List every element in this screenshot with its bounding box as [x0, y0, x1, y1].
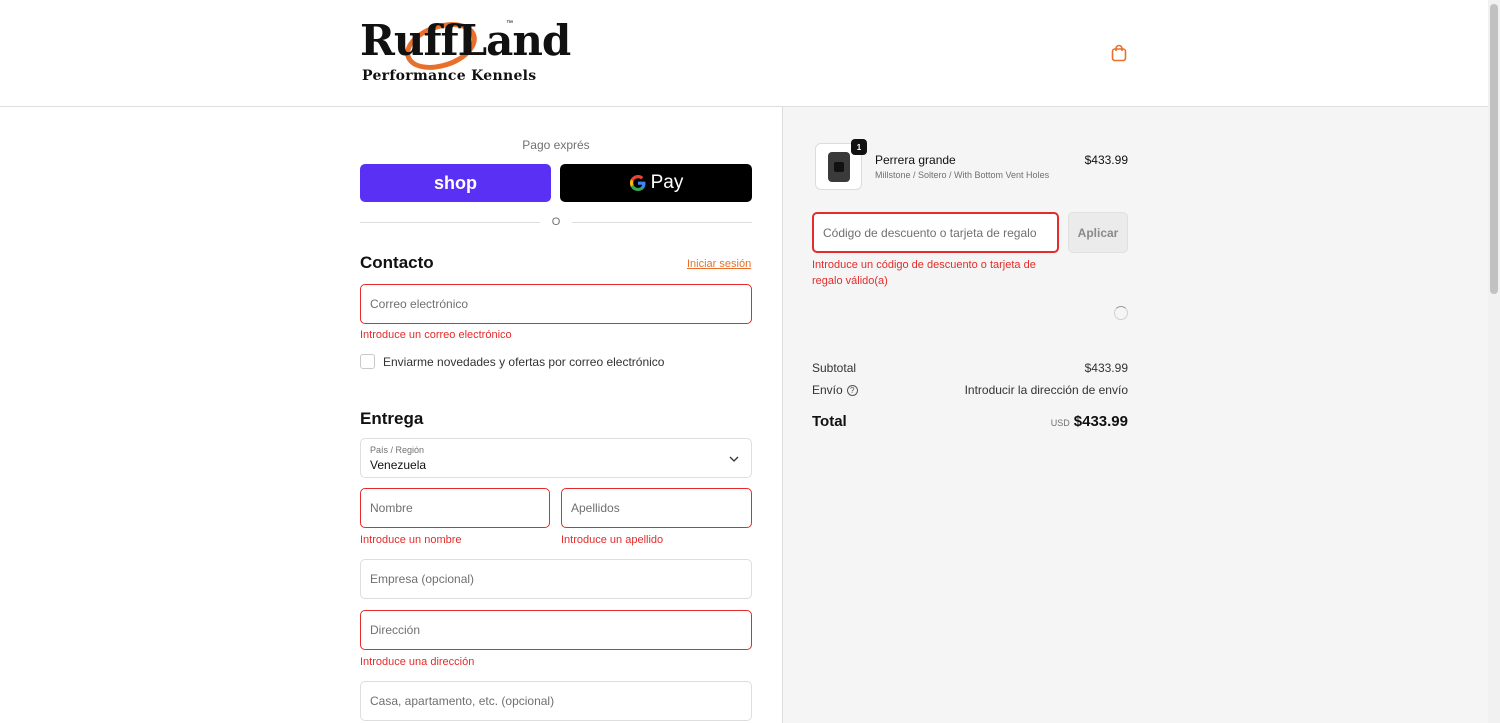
help-icon[interactable]: ?	[846, 384, 858, 396]
discount-error: Introduce un código de descuento o tarje…	[812, 259, 1036, 287]
product-price: $433.99	[1084, 153, 1128, 167]
newsletter-option[interactable]: Enviarme novedades y ofertas por correo …	[360, 354, 664, 369]
google-pay-button[interactable]: Pay	[560, 164, 752, 202]
kennel-image	[827, 151, 850, 182]
logo-tagline: Performance Kennels	[362, 68, 537, 84]
total-amount: $433.99	[1073, 413, 1128, 430]
apartment-field[interactable]	[360, 681, 752, 721]
email-input[interactable]	[361, 285, 751, 323]
shipping-label: Envío ?	[812, 383, 858, 397]
last-name-error: Introduce un apellido	[561, 534, 664, 546]
contact-title: Contacto	[360, 253, 434, 272]
company-field[interactable]	[360, 559, 752, 599]
delivery-title: Entrega	[360, 409, 424, 428]
country-label: País / Región	[370, 445, 425, 455]
apartment-input[interactable]	[361, 682, 751, 720]
last-name-field[interactable]	[561, 488, 752, 528]
product-variant: Millstone / Soltero / With Bottom Vent H…	[875, 170, 1050, 180]
express-checkout-title: Pago exprés	[522, 138, 590, 152]
page-scrollbar[interactable]	[1488, 0, 1500, 723]
newsletter-checkbox[interactable]	[360, 354, 375, 369]
login-link[interactable]: Iniciar sesión	[687, 258, 751, 270]
or-divider: O	[360, 214, 752, 232]
total-value: USD $433.99	[968, 413, 1128, 430]
product-name: Perrera grande	[875, 153, 956, 167]
first-name-field[interactable]	[360, 488, 550, 528]
subtotal-value: $433.99	[1084, 361, 1128, 375]
order-summary-panel	[782, 107, 1488, 723]
chevron-down-icon	[729, 456, 739, 462]
company-input[interactable]	[361, 560, 751, 598]
logo-trademark: ™	[506, 20, 513, 27]
total-currency: USD	[1050, 418, 1070, 428]
google-pay-label: Pay	[650, 172, 684, 193]
discount-input[interactable]	[814, 214, 1057, 251]
address-input[interactable]	[361, 611, 751, 649]
loading-spinner-icon	[1114, 306, 1128, 320]
logo-wordmark: RuffLand	[360, 16, 571, 65]
first-name-error: Introduce un nombre	[360, 534, 462, 546]
newsletter-label: Enviarme novedades y ofertas por correo …	[383, 354, 665, 369]
discount-field[interactable]	[812, 212, 1059, 253]
country-select[interactable]: País / Región Venezuela	[360, 438, 752, 478]
scrollbar-thumb[interactable]	[1490, 4, 1498, 294]
shop-pay-button[interactable]: shop	[360, 164, 551, 202]
shopping-bag-icon	[1111, 44, 1127, 62]
ruffland-logo[interactable]: RuffLand ™ Performance Kennels	[360, 13, 571, 88]
google-g-icon	[629, 175, 646, 191]
first-name-input[interactable]	[361, 489, 549, 527]
shop-pay-label: shop	[434, 172, 477, 193]
email-field[interactable]	[360, 284, 752, 324]
cart-button[interactable]	[1108, 42, 1130, 64]
or-label: O	[551, 216, 561, 228]
quantity-badge: 1	[851, 139, 867, 155]
shipping-label-text: Envío	[812, 383, 843, 397]
total-label: Total	[812, 413, 847, 430]
header: RuffLand ™ Performance Kennels	[0, 0, 1488, 107]
last-name-input[interactable]	[562, 489, 751, 527]
address-error: Introduce una dirección	[360, 656, 475, 668]
email-error: Introduce un correo electrónico	[360, 329, 512, 341]
subtotal-label-text: Subtotal	[812, 361, 857, 375]
shipping-value: Introducir la dirección de envío	[964, 383, 1128, 397]
address-field[interactable]	[360, 610, 752, 650]
country-value: Venezuela	[370, 458, 427, 472]
apply-discount-button[interactable]: Aplicar	[1068, 212, 1128, 253]
subtotal-label: Subtotal	[812, 361, 856, 375]
